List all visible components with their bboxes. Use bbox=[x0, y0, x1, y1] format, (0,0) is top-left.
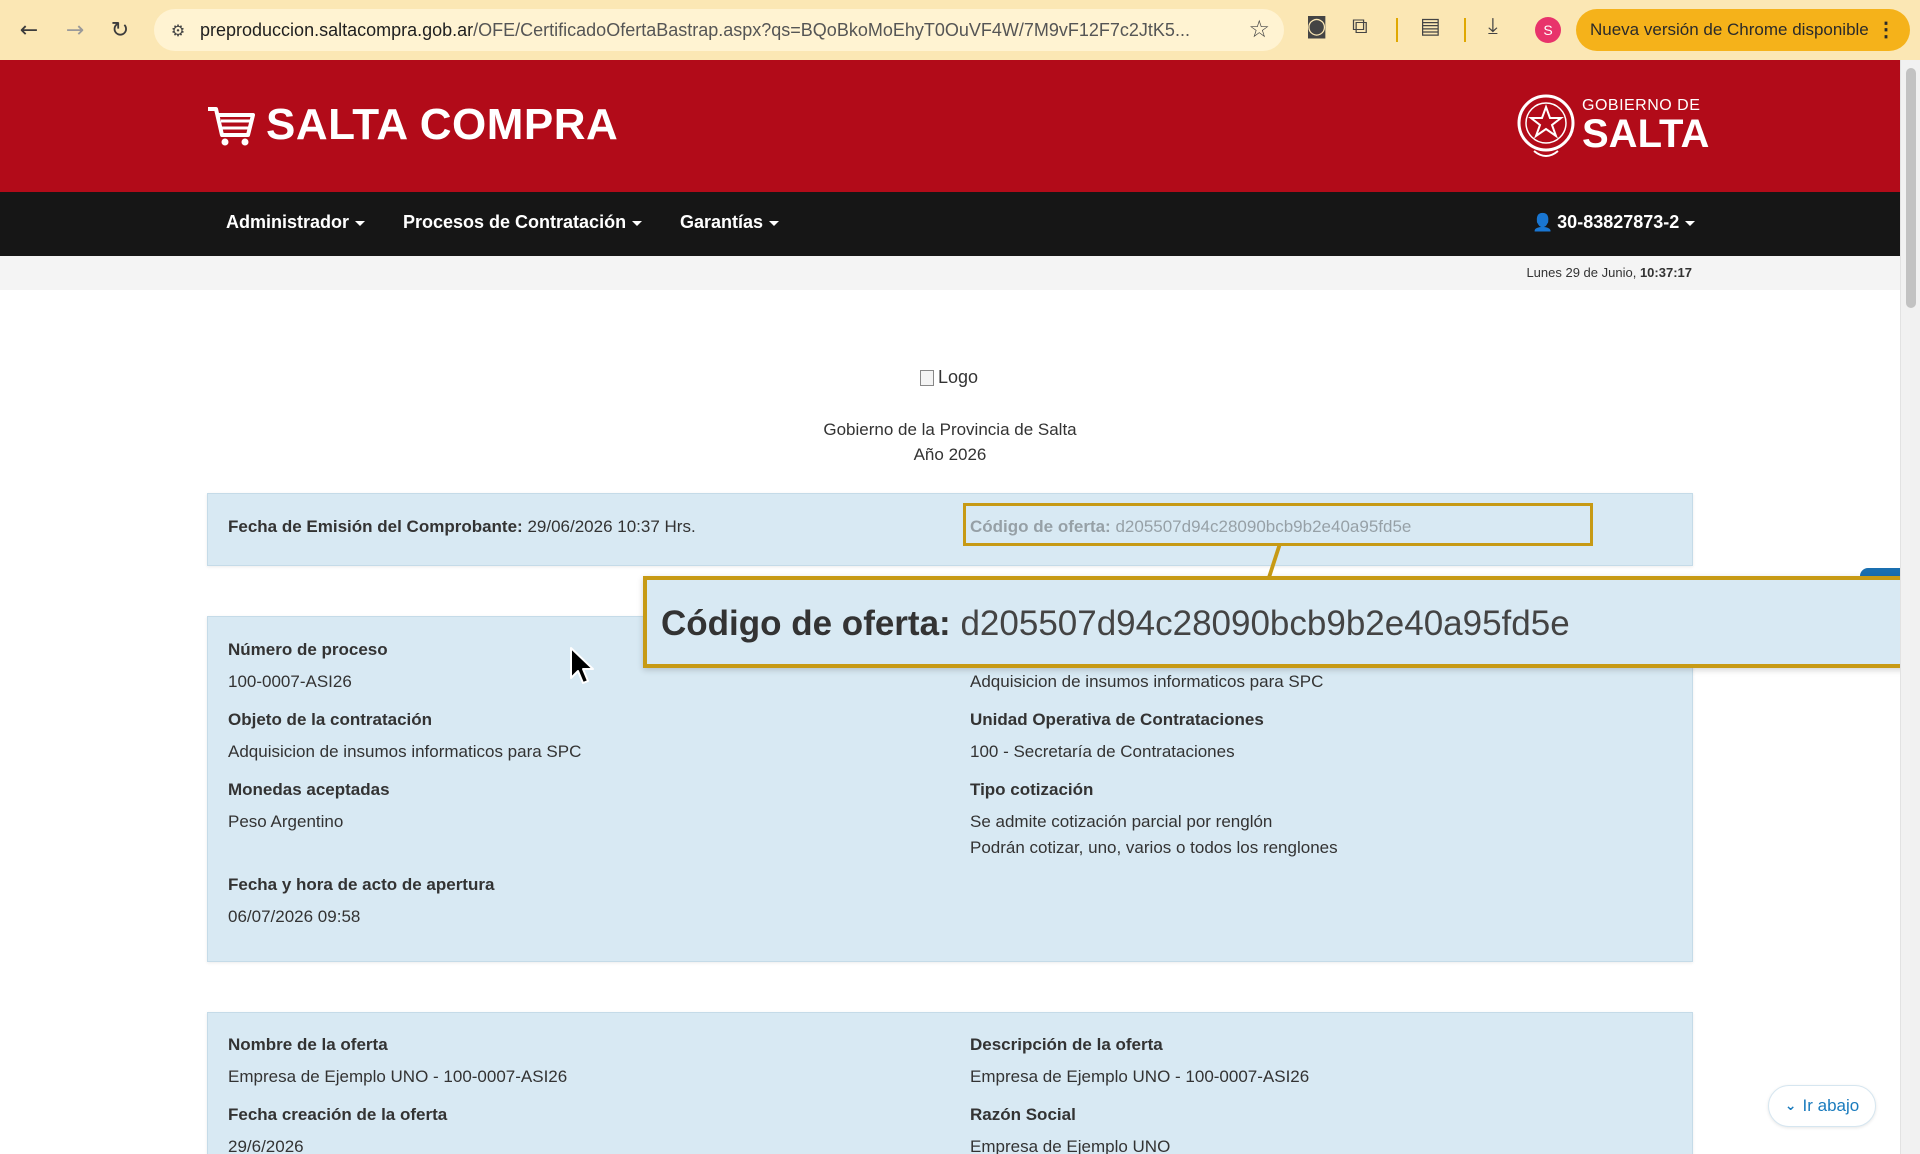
apertura-label: Fecha y hora de acto de apertura bbox=[228, 875, 495, 894]
seal-icon bbox=[1517, 94, 1575, 157]
toolbar-separator bbox=[1396, 18, 1398, 42]
tipo-cotizacion-label: Tipo cotización bbox=[970, 780, 1094, 799]
tipo-cotizacion-value-2: Podrán cotizar, uno, varios o todos los … bbox=[970, 838, 1338, 857]
mouse-cursor-icon bbox=[570, 647, 594, 684]
caret-down-icon bbox=[632, 220, 643, 226]
gov-province-line: Gobierno de la Provincia de Salta bbox=[823, 420, 1077, 439]
nav-garantias[interactable]: Garantías bbox=[680, 212, 780, 233]
gov-label-big: SALTA bbox=[1582, 112, 1710, 156]
codigo-highlight bbox=[963, 503, 1593, 546]
ir-abajo-label: Ir abajo bbox=[1802, 1096, 1860, 1115]
monedas-label: Monedas aceptadas bbox=[228, 780, 390, 799]
brand-name: SALTA COMPRA bbox=[266, 100, 619, 149]
gobierno-logo: GOBIERNO DE SALTA bbox=[1516, 85, 1709, 167]
cart-icon bbox=[208, 107, 255, 146]
page-viewport: SALTA COMPRA GOBIERNO DE SALTA Administr… bbox=[0, 60, 1900, 1154]
extensions-icon[interactable]: ⧉ bbox=[1352, 14, 1368, 39]
star-icon[interactable]: ☆ bbox=[1248, 15, 1270, 43]
numero-proceso-value: 100-0007-ASI26 bbox=[228, 672, 352, 691]
logo-alt-text: Logo bbox=[938, 367, 979, 387]
objeto-label: Objeto de la contratación bbox=[228, 710, 433, 729]
scroll-thumb[interactable] bbox=[1906, 68, 1916, 308]
fecha-creacion-value: 29/6/2026 bbox=[228, 1137, 304, 1154]
chevron-down-icon: ⌄ bbox=[1784, 1098, 1797, 1114]
caret-down-icon bbox=[769, 220, 780, 226]
descripcion-oferta-value: Empresa de Ejemplo UNO - 100-0007-ASI26 bbox=[970, 1067, 1310, 1086]
toolbar-separator bbox=[1464, 18, 1466, 42]
user-icon: 👤 bbox=[1532, 213, 1554, 233]
zoom-codigo-text: Código de oferta: d205507d94c28090bcb9b2… bbox=[661, 604, 1570, 643]
razon-social-value: Empresa de Ejemplo UNO bbox=[970, 1137, 1171, 1154]
numero-proceso-label: Número de proceso bbox=[228, 640, 388, 659]
site-header: SALTA COMPRA GOBIERNO DE SALTA bbox=[0, 60, 1900, 192]
profile-initial: S bbox=[1543, 22, 1553, 38]
browser-toolbar: ← → ↻ ⚙ preproduccion.saltacompra.gob.ar… bbox=[0, 0, 1920, 60]
more-vert-icon[interactable]: ⋮ bbox=[1876, 17, 1896, 42]
site-info-icon[interactable]: ⚙ bbox=[166, 18, 190, 42]
reload-icon[interactable]: ↻ bbox=[102, 12, 138, 48]
nav-administrador[interactable]: Administrador bbox=[226, 212, 366, 233]
profile-avatar[interactable]: S bbox=[1535, 17, 1561, 43]
objeto-value: Adquisicion de insumos informaticos para… bbox=[228, 742, 582, 761]
emision-field: Fecha de Emisión del Comprobante: 29/06/… bbox=[228, 517, 696, 536]
user-menu[interactable]: 👤 30-83827873-2 bbox=[1532, 212, 1696, 233]
broken-image-icon bbox=[920, 369, 934, 386]
broken-logo-image: Logo bbox=[920, 367, 978, 388]
download-icon[interactable]: ⤓ bbox=[1488, 14, 1498, 39]
monedas-value: Peso Argentino bbox=[228, 812, 344, 831]
camera-icon[interactable]: ◙ bbox=[1306, 14, 1327, 39]
nombre-oferta-label: Nombre de la oferta bbox=[228, 1035, 388, 1054]
codigo-zoom-callout: Código de oferta: d205507d94c28090bcb9b2… bbox=[643, 576, 1900, 668]
fecha-creacion-label: Fecha creación de la oferta bbox=[228, 1105, 448, 1124]
tipo-cotizacion-value-1: Se admite cotización parcial por renglón bbox=[970, 812, 1273, 831]
current-datetime: Lunes 29 de Junio, 10:37:17 bbox=[1526, 265, 1692, 280]
nombre-oferta-value: Empresa de Ejemplo UNO - 100-0007-ASI26 bbox=[228, 1067, 568, 1086]
update-label: Nueva versión de Chrome disponible bbox=[1590, 20, 1869, 39]
unidad-label: Unidad Operativa de Contrataciones bbox=[970, 710, 1264, 729]
address-bar[interactable]: ⚙ preproduccion.saltacompra.gob.ar/OFE/C… bbox=[154, 9, 1284, 51]
brand-logo[interactable]: SALTA COMPRA bbox=[206, 100, 618, 150]
url-text[interactable]: preproduccion.saltacompra.gob.ar/OFE/Cer… bbox=[200, 20, 1190, 41]
main-nav: Administrador Procesos de Contratación G… bbox=[0, 192, 1900, 256]
caret-down-icon bbox=[355, 220, 366, 226]
descripcion-oferta-label: Descripción de la oferta bbox=[970, 1035, 1163, 1054]
nav-procesos[interactable]: Procesos de Contratación bbox=[403, 212, 643, 233]
year-line: Año 2026 bbox=[913, 445, 987, 464]
nombre-proceso-value: Adquisicion de insumos informaticos para… bbox=[970, 672, 1324, 691]
razon-social-label: Razón Social bbox=[970, 1105, 1076, 1124]
page-scrollbar[interactable] bbox=[1900, 60, 1920, 1154]
reading-mode-icon[interactable]: ▤ bbox=[1420, 14, 1441, 39]
back-arrow-icon[interactable]: ← bbox=[11, 12, 47, 48]
caret-down-icon bbox=[1685, 220, 1696, 226]
forward-arrow-icon[interactable]: → bbox=[57, 12, 93, 48]
chrome-update-button[interactable]: Nueva versión de Chrome disponible ⋮ bbox=[1576, 9, 1910, 51]
unidad-value: 100 - Secretaría de Contrataciones bbox=[970, 742, 1235, 761]
date-bar: Lunes 29 de Junio, 10:37:17 bbox=[0, 256, 1900, 290]
ir-abajo-button[interactable]: ⌄ Ir abajo bbox=[1768, 1085, 1876, 1127]
apertura-value: 06/07/2026 09:58 bbox=[228, 907, 361, 926]
